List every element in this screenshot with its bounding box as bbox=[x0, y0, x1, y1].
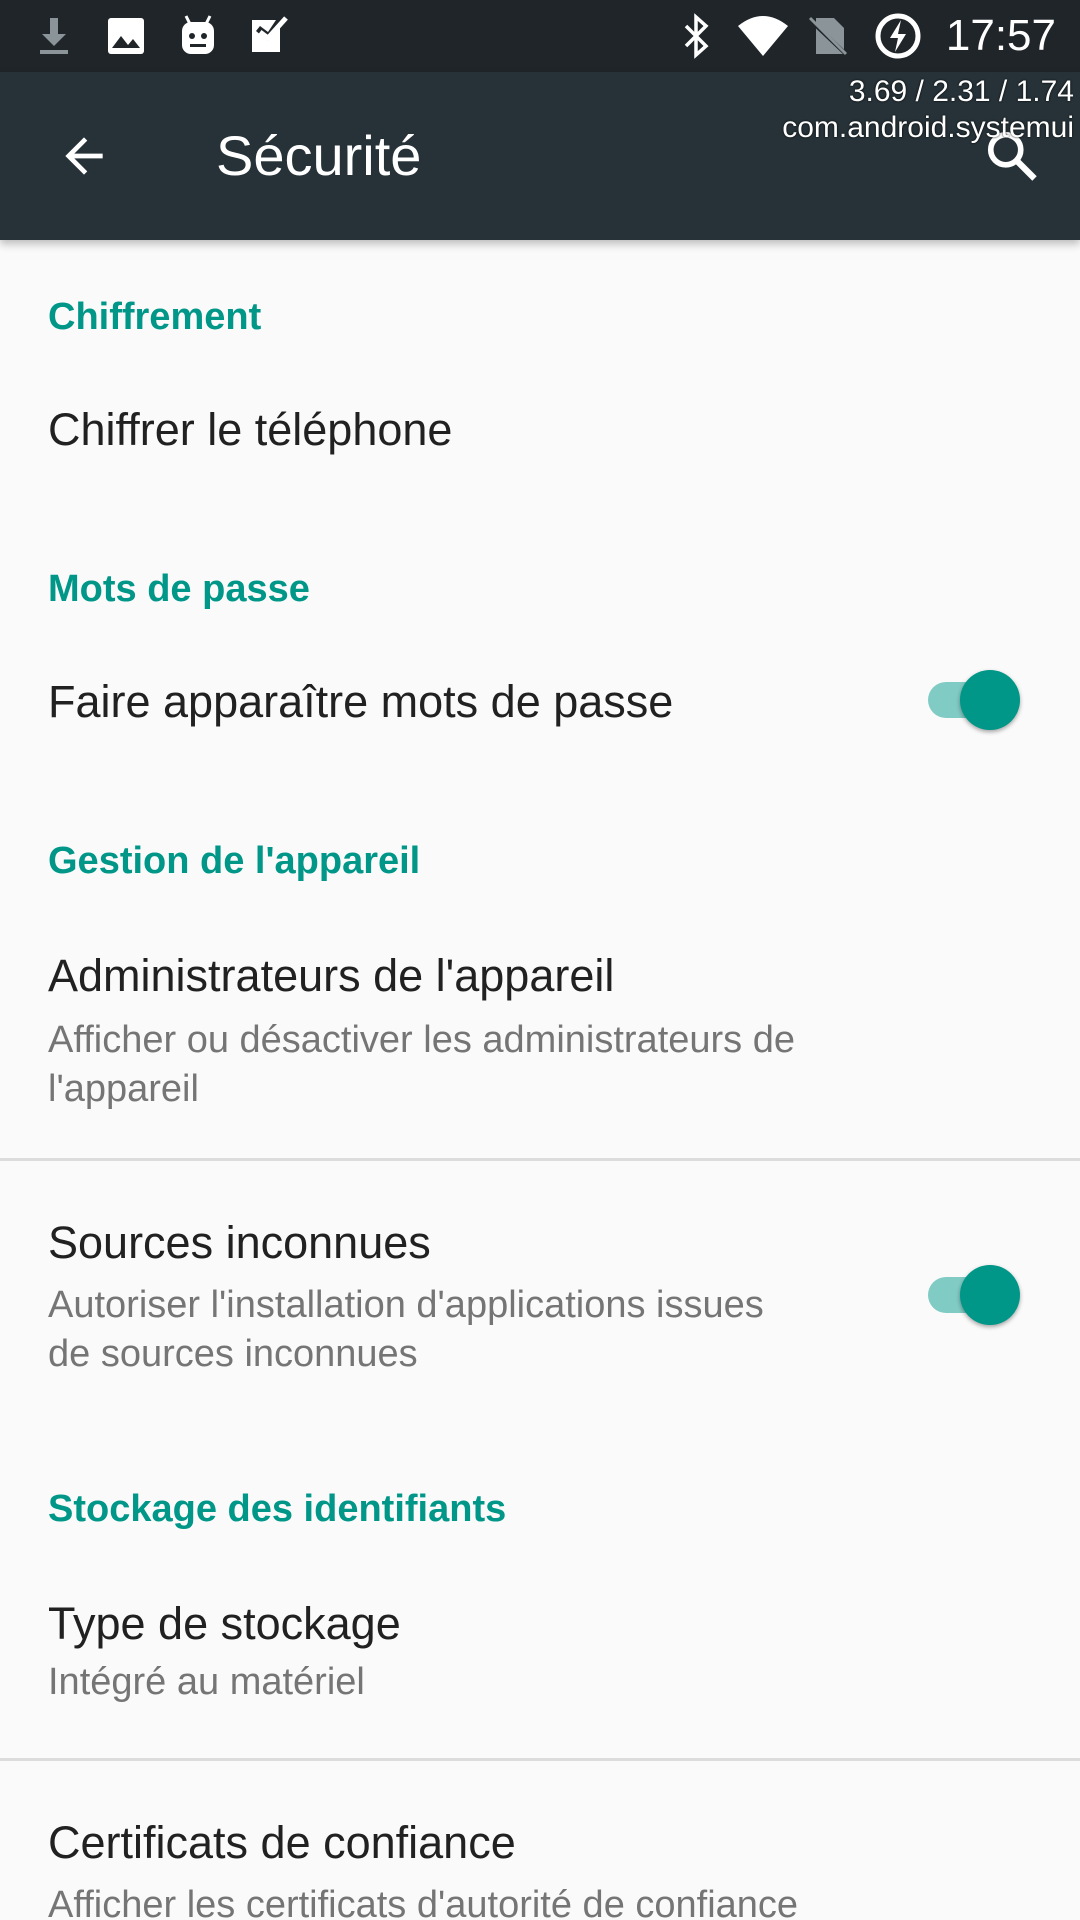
pref-encrypt-phone[interactable]: Chiffrer le téléphone bbox=[0, 372, 1080, 492]
pref-summary: Intégré au matériel bbox=[48, 1661, 365, 1703]
debug-load: 3.69 / 2.31 / 1.74 bbox=[848, 75, 1074, 108]
image-icon bbox=[102, 12, 150, 60]
bluetooth-icon bbox=[672, 12, 720, 60]
settings-screen: 17:57 Sécurité 3.69 / 2.31 / 1.74 com.an… bbox=[0, 0, 1080, 1920]
pref-title: Faire apparaître mots de passe bbox=[48, 676, 674, 727]
page-title: Sécurité bbox=[216, 124, 422, 187]
battery-charging-icon bbox=[874, 12, 922, 60]
pref-summary: Afficher ou désactiver les administrateu… bbox=[48, 1019, 795, 1110]
pref-show-passwords[interactable]: Faire apparaître mots de passe bbox=[0, 644, 1080, 764]
download-icon bbox=[30, 12, 78, 60]
pref-device-administrators[interactable]: Administrateurs de l'appareil Afficher o… bbox=[0, 916, 1080, 1158]
pref-title: Administrateurs de l'appareil bbox=[48, 950, 615, 1001]
arrow-back-icon bbox=[65, 137, 103, 175]
debug-package: com.android.systemui bbox=[782, 111, 1074, 144]
pref-storage-type[interactable]: Type de stockage Intégré au matériel bbox=[0, 1564, 1080, 1758]
back-button[interactable] bbox=[40, 116, 128, 196]
wifi-icon bbox=[736, 12, 790, 60]
no-sim-icon bbox=[804, 12, 852, 60]
debug-overlay: 3.69 / 2.31 / 1.74 com.android.systemui bbox=[782, 74, 1074, 146]
pref-title: Certificats de confiance bbox=[48, 1817, 516, 1868]
pref-title: Sources inconnues bbox=[48, 1217, 431, 1268]
android-icon bbox=[174, 12, 222, 60]
switch-thumb bbox=[960, 670, 1020, 730]
section-header-device-admin: Gestion de l'appareil bbox=[48, 840, 421, 882]
unknown-sources-switch[interactable] bbox=[924, 1263, 1024, 1327]
show-passwords-switch[interactable] bbox=[924, 668, 1024, 732]
switch-thumb bbox=[960, 1265, 1020, 1325]
section-header-passwords: Mots de passe bbox=[48, 568, 310, 610]
section-header-credential-storage: Stockage des identifiants bbox=[48, 1488, 507, 1530]
pref-trusted-credentials[interactable]: Certificats de confiance Afficher les ce… bbox=[0, 1761, 1080, 1920]
pref-title: Type de stockage bbox=[48, 1598, 401, 1649]
pref-unknown-sources[interactable]: Sources inconnues Autoriser l'installati… bbox=[0, 1161, 1080, 1421]
pref-title: Chiffrer le téléphone bbox=[48, 404, 453, 455]
status-bar: 17:57 bbox=[0, 0, 1080, 72]
pref-summary: Afficher les certificats d'autorité de c… bbox=[48, 1884, 799, 1920]
task-check-icon bbox=[246, 12, 294, 60]
pref-summary: Autoriser l'installation d'applications … bbox=[48, 1284, 764, 1375]
status-time: 17:57 bbox=[945, 11, 1056, 60]
section-header-encryption: Chiffrement bbox=[48, 296, 262, 338]
